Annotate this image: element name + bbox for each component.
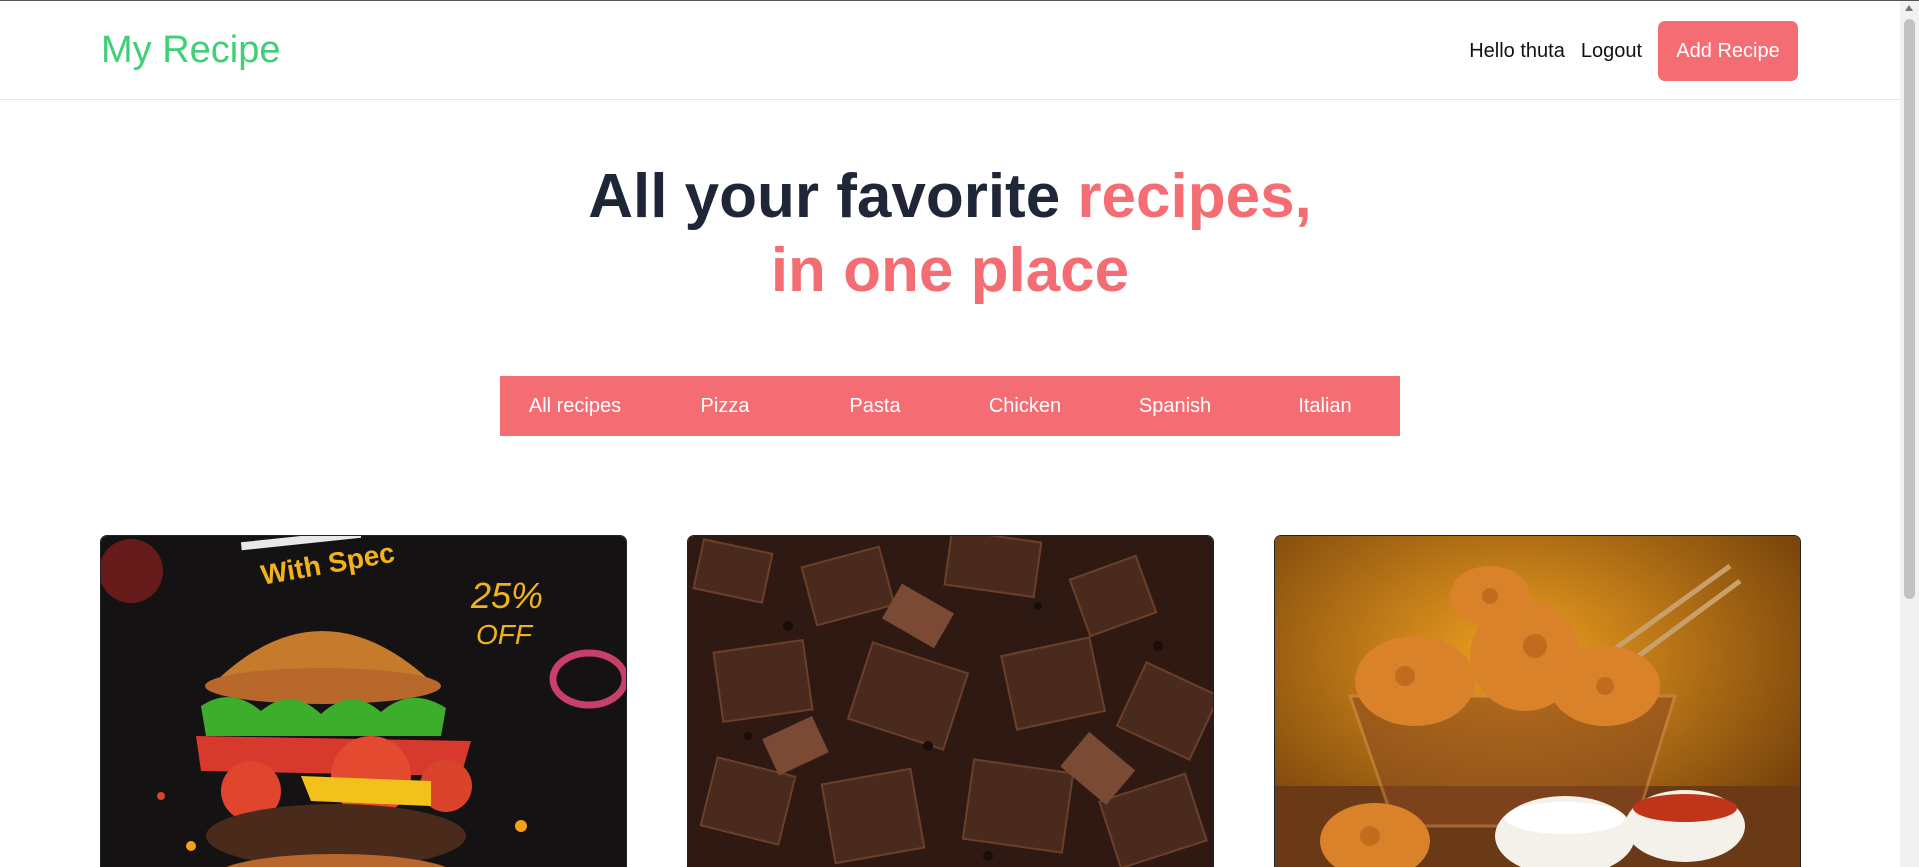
discount-sub-text: OFF — [476, 619, 534, 650]
hero-line1-dark: All your favorite — [588, 162, 1078, 231]
filter-all-recipes[interactable]: All recipes — [500, 376, 650, 436]
hero-heading: All your favorite recipes, in one place — [0, 160, 1900, 308]
recipe-card-burger[interactable]: With Spec 25% OFF — [100, 535, 627, 867]
nav-actions: Hello thuta Logout Add Recipe — [1469, 21, 1798, 81]
logout-link[interactable]: Logout — [1581, 40, 1642, 63]
hero-line2-accent: in one place — [770, 236, 1130, 305]
add-recipe-button[interactable]: Add Recipe — [1658, 21, 1798, 81]
navbar: My Recipe Hello thuta Logout Add Recipe — [0, 1, 1900, 100]
category-filter-bar: All recipes Pizza Pasta Chicken Spanish … — [500, 376, 1400, 436]
fried-chicken-image — [1275, 536, 1800, 867]
hero-line1-accent: recipes, — [1077, 162, 1312, 231]
page-scrollbar[interactable] — [1900, 1, 1919, 867]
filter-italian[interactable]: Italian — [1250, 376, 1400, 436]
brand-logo[interactable]: My Recipe — [101, 29, 281, 72]
user-greeting: Hello thuta — [1469, 39, 1565, 62]
filter-pizza[interactable]: Pizza — [650, 376, 800, 436]
chocolate-image — [688, 536, 1213, 867]
filter-pasta[interactable]: Pasta — [800, 376, 950, 436]
recipe-card-fried-chicken[interactable] — [1274, 535, 1801, 867]
scroll-up-arrow-icon[interactable] — [1905, 5, 1913, 11]
recipe-card-chocolate[interactable] — [687, 535, 1214, 867]
filter-chicken[interactable]: Chicken — [950, 376, 1100, 436]
scrollbar-thumb[interactable] — [1904, 19, 1915, 599]
filter-spanish[interactable]: Spanish — [1100, 376, 1250, 436]
burger-image: With Spec 25% OFF — [101, 536, 626, 867]
discount-text: 25% — [470, 575, 543, 616]
